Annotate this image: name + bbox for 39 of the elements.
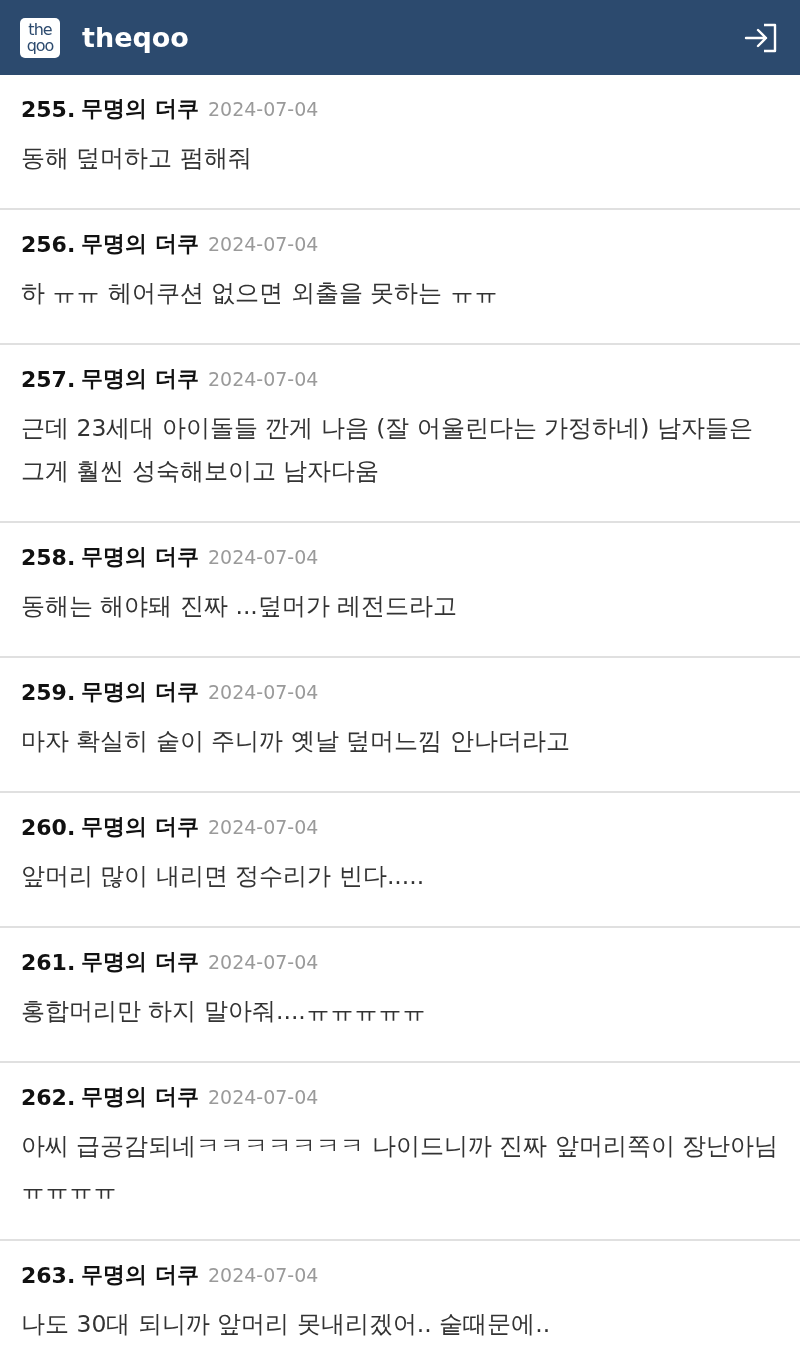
comment-text: 근데 23세대 아이돌들 깐게 나음 (잘 어울린다는 가정하네) 남자들은 그게 훨씬 성숙해보이고 남자다움 <box>21 413 754 487</box>
author-name: 무명의 더쿠 <box>81 813 199 841</box>
comment-date: 2024-07-04 <box>207 98 319 120</box>
comment-date: 2024-07-04 <box>207 951 319 973</box>
login-icon[interactable] <box>744 22 778 53</box>
author-name: 무명의 더쿠 <box>81 1261 199 1289</box>
comment-date: 2024-07-04 <box>207 816 319 838</box>
author-name: 무명의 더쿠 <box>81 948 199 976</box>
comment-text: 마자 확실히 숱이 주니까 옛날 덮머느낌 안나더라고 <box>21 726 571 757</box>
comment-text: 나도 30대 되니까 앞머리 못내리겠어.. 숱때문에.. <box>21 1309 552 1340</box>
author-name: 무명의 더쿠 <box>81 543 199 571</box>
comment-number: 255. <box>21 96 76 122</box>
comment-text: 동해 덮머하고 펌해줘 <box>21 143 253 174</box>
comment-text: 하 ㅠㅠ 헤어쿠션 없으면 외출을 못하는 ㅠㅠ <box>21 278 499 309</box>
comment-text: 홍합머리만 하지 말아줘....ㅠㅠㅠㅠㅠ <box>21 996 427 1027</box>
comment-text: 아씨 급공감되네ㅋㅋㅋㅋㅋㅋㅋ 나이드니까 진짜 앞머리쪽이 장난아님ㅠㅠㅠㅠ <box>21 1131 779 1205</box>
comment-text: 앞머리 많이 내리면 정수리가 빈다..... <box>21 861 426 892</box>
comment-number: 260. <box>21 814 76 840</box>
comment-number: 257. <box>21 366 76 392</box>
comment-text: 동해는 해야돼 진짜 ...덮머가 레전드라고 <box>21 591 459 622</box>
comment-number: 261. <box>21 949 76 975</box>
author-name: 무명의 더쿠 <box>81 365 199 393</box>
author-name: 무명의 더쿠 <box>81 678 199 706</box>
site-title[interactable]: theqoo <box>82 22 744 53</box>
comment-date: 2024-07-04 <box>207 233 319 255</box>
comment-number: 258. <box>21 544 76 570</box>
author-name: 무명의 더쿠 <box>81 95 199 123</box>
comment-date: 2024-07-04 <box>207 1264 319 1286</box>
comment-number: 262. <box>21 1084 76 1110</box>
comment-date: 2024-07-04 <box>207 368 319 390</box>
author-name: 무명의 더쿠 <box>81 230 199 258</box>
comment-number: 263. <box>21 1262 76 1288</box>
comment-number: 256. <box>21 231 76 257</box>
comment-date: 2024-07-04 <box>207 681 319 703</box>
site-logo[interactable]: the qoo <box>20 17 60 58</box>
comment-date: 2024-07-04 <box>207 1086 319 1108</box>
author-name: 무명의 더쿠 <box>81 1083 199 1111</box>
comment-date: 2024-07-04 <box>207 546 319 568</box>
comment-number: 259. <box>21 679 76 705</box>
